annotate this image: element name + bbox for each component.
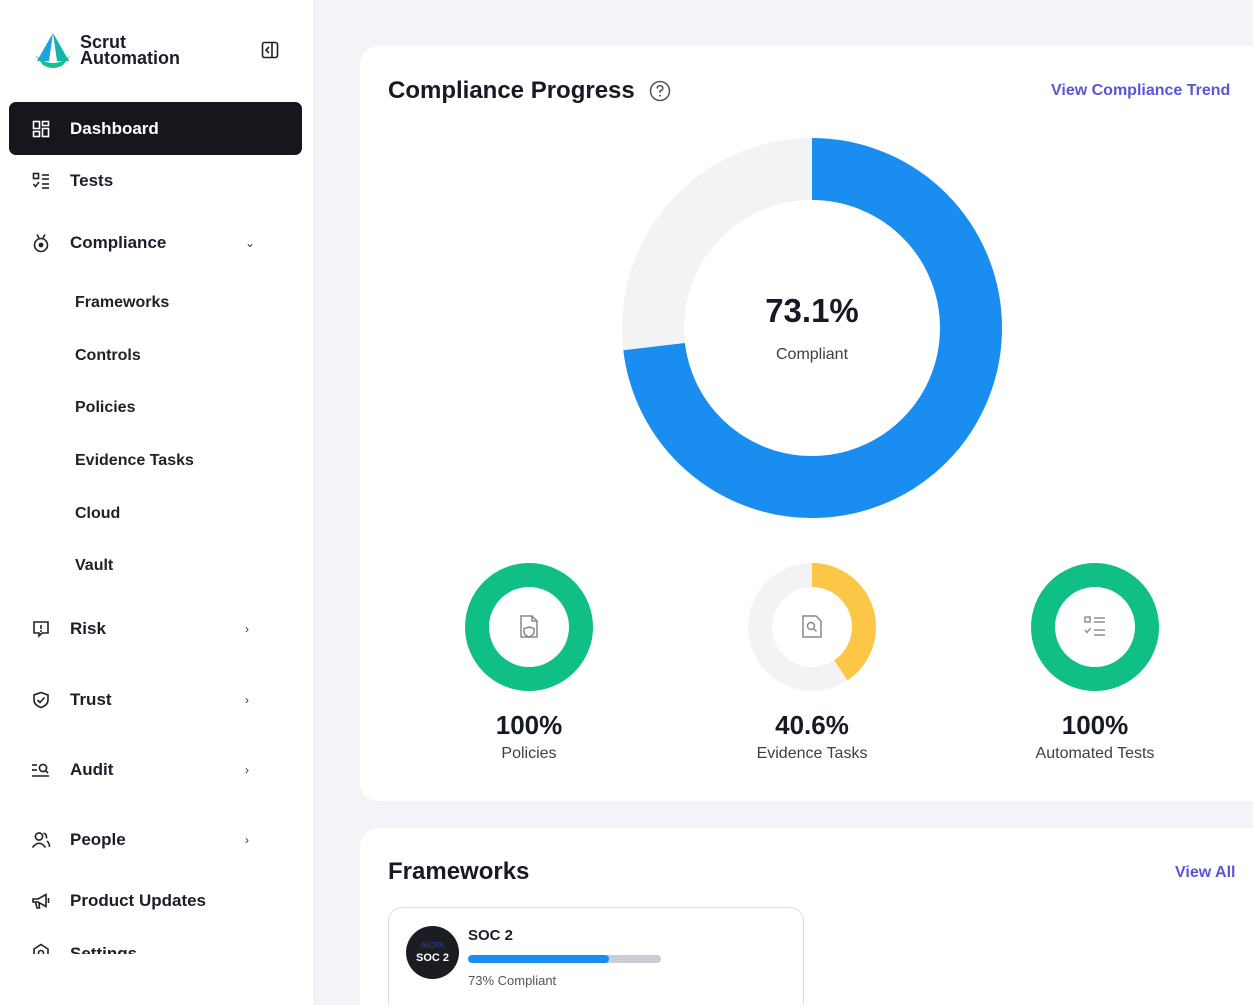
sidebar-item-label: Product Updates bbox=[70, 890, 207, 910]
framework-progress-bar bbox=[468, 955, 661, 963]
dashboard-icon bbox=[31, 119, 51, 139]
chevron-down-icon[interactable]: ⌄ bbox=[245, 236, 255, 250]
sidebar-item-compliance[interactable]: Compliance ⌄ bbox=[9, 216, 302, 269]
sidebar-item-dashboard[interactable]: Dashboard bbox=[9, 102, 302, 155]
evidence-search-icon bbox=[802, 615, 822, 638]
brand[interactable]: Scrut Automation bbox=[33, 31, 180, 69]
sidebar-item-product-updates[interactable]: Product Updates bbox=[9, 874, 302, 927]
automated-tests-value: 100% bbox=[1061, 710, 1129, 740]
sidebar-item-label: Compliance bbox=[70, 232, 167, 252]
sidebar-item-label: Audit bbox=[70, 759, 114, 779]
trust-icon bbox=[31, 690, 51, 710]
badge-top-text: AICPA bbox=[420, 941, 445, 950]
compliance-icon bbox=[31, 233, 51, 253]
chevron-right-icon[interactable]: › bbox=[245, 763, 249, 777]
evidence-tasks-donut bbox=[748, 563, 876, 691]
chevron-right-icon[interactable]: › bbox=[245, 833, 249, 847]
framework-progress-fill bbox=[468, 955, 609, 963]
sidebar-item-audit[interactable]: Audit › bbox=[9, 743, 302, 796]
sidebar-subitem-policies[interactable]: Policies bbox=[75, 399, 135, 417]
framework-compliance-caption: 73% Compliant bbox=[468, 973, 557, 988]
soc2-badge: AICPA SOC 2 bbox=[406, 926, 459, 979]
settings-icon bbox=[31, 942, 51, 954]
sidebar-item-label: Tests bbox=[70, 170, 114, 190]
collapse-sidebar-icon[interactable] bbox=[261, 41, 279, 59]
scrut-logo-icon bbox=[35, 33, 71, 68]
sidebar-item-label: Risk bbox=[70, 618, 106, 638]
sidebar: Scrut Automation Dashboard Tests Complia… bbox=[0, 0, 315, 1005]
sidebar-subitem-frameworks[interactable]: Frameworks bbox=[75, 294, 169, 312]
sidebar-item-label: People bbox=[70, 829, 126, 849]
sidebar-item-people[interactable]: People › bbox=[9, 813, 302, 866]
checklist-icon bbox=[1084, 616, 1105, 636]
sidebar-subitem-evidence-tasks[interactable]: Evidence Tasks bbox=[75, 452, 194, 470]
overall-compliance-value: 73.1% bbox=[765, 292, 859, 329]
automated-tests-label: Automated Tests bbox=[1035, 745, 1155, 762]
people-icon bbox=[31, 830, 51, 850]
view-all-frameworks-link[interactable]: View All bbox=[1175, 864, 1235, 882]
sidebar-subitem-vault[interactable]: Vault bbox=[75, 557, 113, 575]
sidebar-item-risk[interactable]: Risk › bbox=[9, 602, 302, 655]
sidebar-item-settings[interactable]: Settings bbox=[9, 932, 302, 954]
audit-icon bbox=[31, 760, 51, 780]
chevron-right-icon[interactable]: › bbox=[245, 693, 249, 707]
automated-tests-donut bbox=[1031, 563, 1159, 691]
sidebar-item-tests[interactable]: Tests bbox=[9, 154, 302, 207]
policies-value: 100% bbox=[495, 710, 563, 740]
frameworks-title: Frameworks bbox=[388, 858, 530, 885]
help-icon[interactable] bbox=[649, 80, 671, 102]
overall-compliance-label: Compliant bbox=[775, 346, 849, 363]
evidence-tasks-value: 40.6% bbox=[775, 710, 849, 740]
badge-bottom-text: SOC 2 bbox=[415, 952, 449, 964]
framework-name: SOC 2 bbox=[468, 927, 514, 944]
sidebar-subitem-cloud[interactable]: Cloud bbox=[75, 505, 120, 523]
tests-icon bbox=[31, 171, 51, 191]
evidence-tasks-label: Evidence Tasks bbox=[756, 745, 868, 762]
sidebar-item-label: Trust bbox=[70, 689, 112, 709]
sidebar-item-label: Settings bbox=[70, 944, 138, 954]
sidebar-item-label: Dashboard bbox=[70, 118, 159, 138]
megaphone-icon bbox=[31, 891, 51, 911]
chevron-right-icon[interactable]: › bbox=[245, 622, 249, 636]
policies-donut bbox=[465, 563, 593, 691]
policy-document-icon bbox=[520, 615, 538, 638]
automated-tests-arc bbox=[1031, 563, 1159, 691]
sidebar-subitem-controls[interactable]: Controls bbox=[75, 347, 141, 365]
brand-name-line2: Automation bbox=[80, 48, 180, 68]
compliance-progress-title: Compliance Progress bbox=[388, 77, 635, 104]
policies-label: Policies bbox=[501, 745, 557, 762]
view-compliance-trend-link[interactable]: View Compliance Trend bbox=[1051, 82, 1230, 100]
risk-icon bbox=[31, 619, 51, 639]
sidebar-item-trust[interactable]: Trust › bbox=[9, 673, 302, 726]
